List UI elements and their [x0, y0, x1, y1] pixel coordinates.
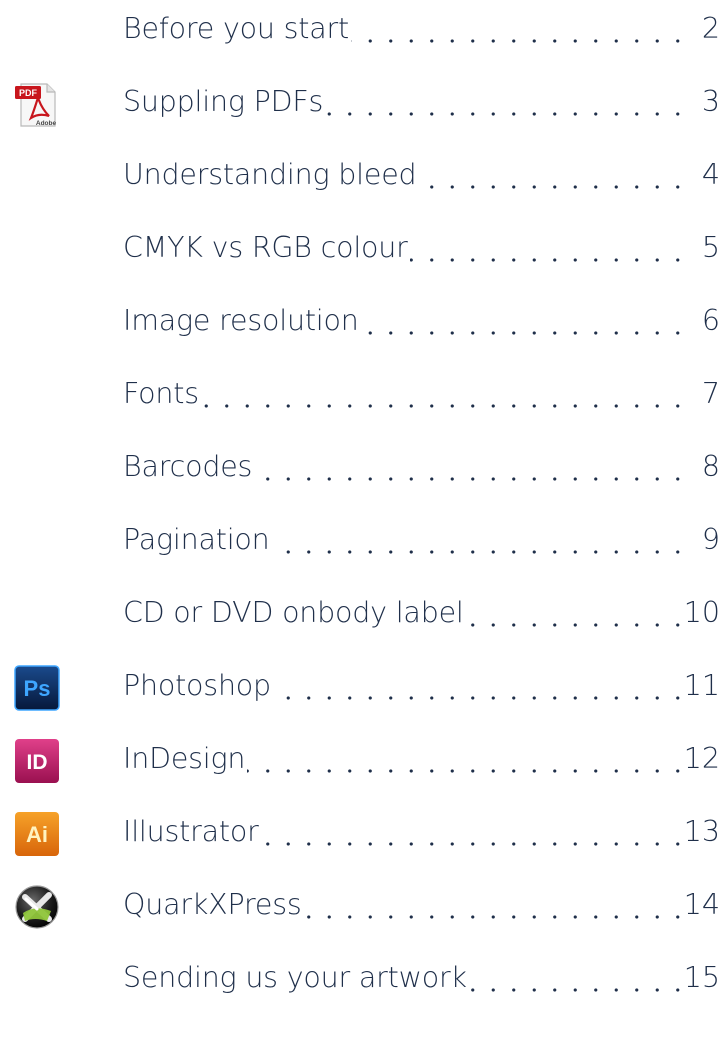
toc-entry-label: InDesign: [123, 734, 248, 784]
toc-entry-page-number: 6: [697, 296, 720, 346]
toc-entry-understanding-bleed[interactable]: Understanding bleed 4: [0, 150, 728, 200]
toc-entry-label: Understanding bleed: [123, 150, 419, 200]
toc-entry-cmyk-vs-rgb[interactable]: CMYK vs RGB colour 5: [0, 223, 728, 273]
pdf-badge-text: PDF: [19, 88, 38, 98]
toc-entry-page-number: 14: [679, 880, 720, 930]
toc-entry-label: QuarkXPress: [123, 880, 304, 930]
toc-entry-page-number: 13: [679, 807, 720, 857]
pdf-icon: PDF Adobe: [13, 80, 61, 128]
toc-entry-pagination[interactable]: Pagination 9: [0, 515, 728, 565]
toc-entry-suppling-pdfs[interactable]: Suppling PDFs 3: [0, 77, 728, 127]
toc-entry-label: CD or DVD onbody label: [123, 588, 466, 638]
toc-entry-page-number: 11: [679, 661, 720, 711]
toc-entry-label: CMYK vs RGB colour: [123, 223, 410, 273]
table-of-contents: Before you start 2 Suppling PDFs 3 Under…: [0, 0, 728, 1051]
toc-entry-label: Photoshop: [123, 661, 273, 711]
toc-entry-label: Pagination: [123, 515, 272, 565]
toc-entry-page-number: 2: [697, 4, 720, 54]
toc-entry-quarkxpress[interactable]: QuarkXPress 14: [0, 880, 728, 930]
indesign-icon: ID: [13, 737, 61, 785]
toc-entry-page-number: 8: [697, 442, 720, 492]
photoshop-icon: Ps: [13, 664, 61, 712]
dot-leader: [123, 403, 688, 409]
toc-entry-label: Sending us your artwork: [123, 953, 469, 1003]
toc-entry-cd-dvd-label[interactable]: CD or DVD onbody label 10: [0, 588, 728, 638]
toc-entry-label: Barcodes: [123, 442, 255, 492]
toc-entry-before-you-start[interactable]: Before you start 2: [0, 4, 728, 54]
photoshop-icon-text: Ps: [24, 676, 51, 701]
indesign-icon-text: ID: [27, 751, 48, 774]
toc-entry-barcodes[interactable]: Barcodes 8: [0, 442, 728, 492]
toc-entry-label: Image resolution: [123, 296, 361, 346]
toc-entry-page-number: 7: [697, 369, 720, 419]
illustrator-icon-text: Ai: [26, 822, 48, 847]
toc-entry-fonts[interactable]: Fonts 7: [0, 369, 728, 419]
toc-entry-illustrator[interactable]: Illustrator 13: [0, 807, 728, 857]
toc-entry-page-number: 3: [697, 77, 720, 127]
toc-entry-label: Illustrator: [123, 807, 261, 857]
toc-entry-page-number: 12: [679, 734, 720, 784]
toc-entry-page-number: 15: [679, 953, 720, 1003]
toc-entry-page-number: 10: [679, 588, 720, 638]
toc-entry-indesign[interactable]: InDesign 12: [0, 734, 728, 784]
toc-entry-page-number: 4: [697, 150, 720, 200]
toc-entry-image-resolution[interactable]: Image resolution 6: [0, 296, 728, 346]
illustrator-icon: Ai: [13, 810, 61, 858]
toc-entry-sending-artwork[interactable]: Sending us your artwork 15: [0, 953, 728, 1003]
quarkxpress-icon: [13, 883, 61, 931]
toc-entry-label: Before you start: [123, 4, 351, 54]
toc-entry-photoshop[interactable]: Photoshop 11: [0, 661, 728, 711]
pdf-caption: Adobe: [36, 120, 57, 127]
toc-entry-label: Suppling PDFs: [123, 77, 326, 127]
toc-entry-page-number: 9: [697, 515, 720, 565]
toc-entry-page-number: 5: [697, 223, 720, 273]
toc-entry-label: Fonts: [123, 369, 201, 419]
